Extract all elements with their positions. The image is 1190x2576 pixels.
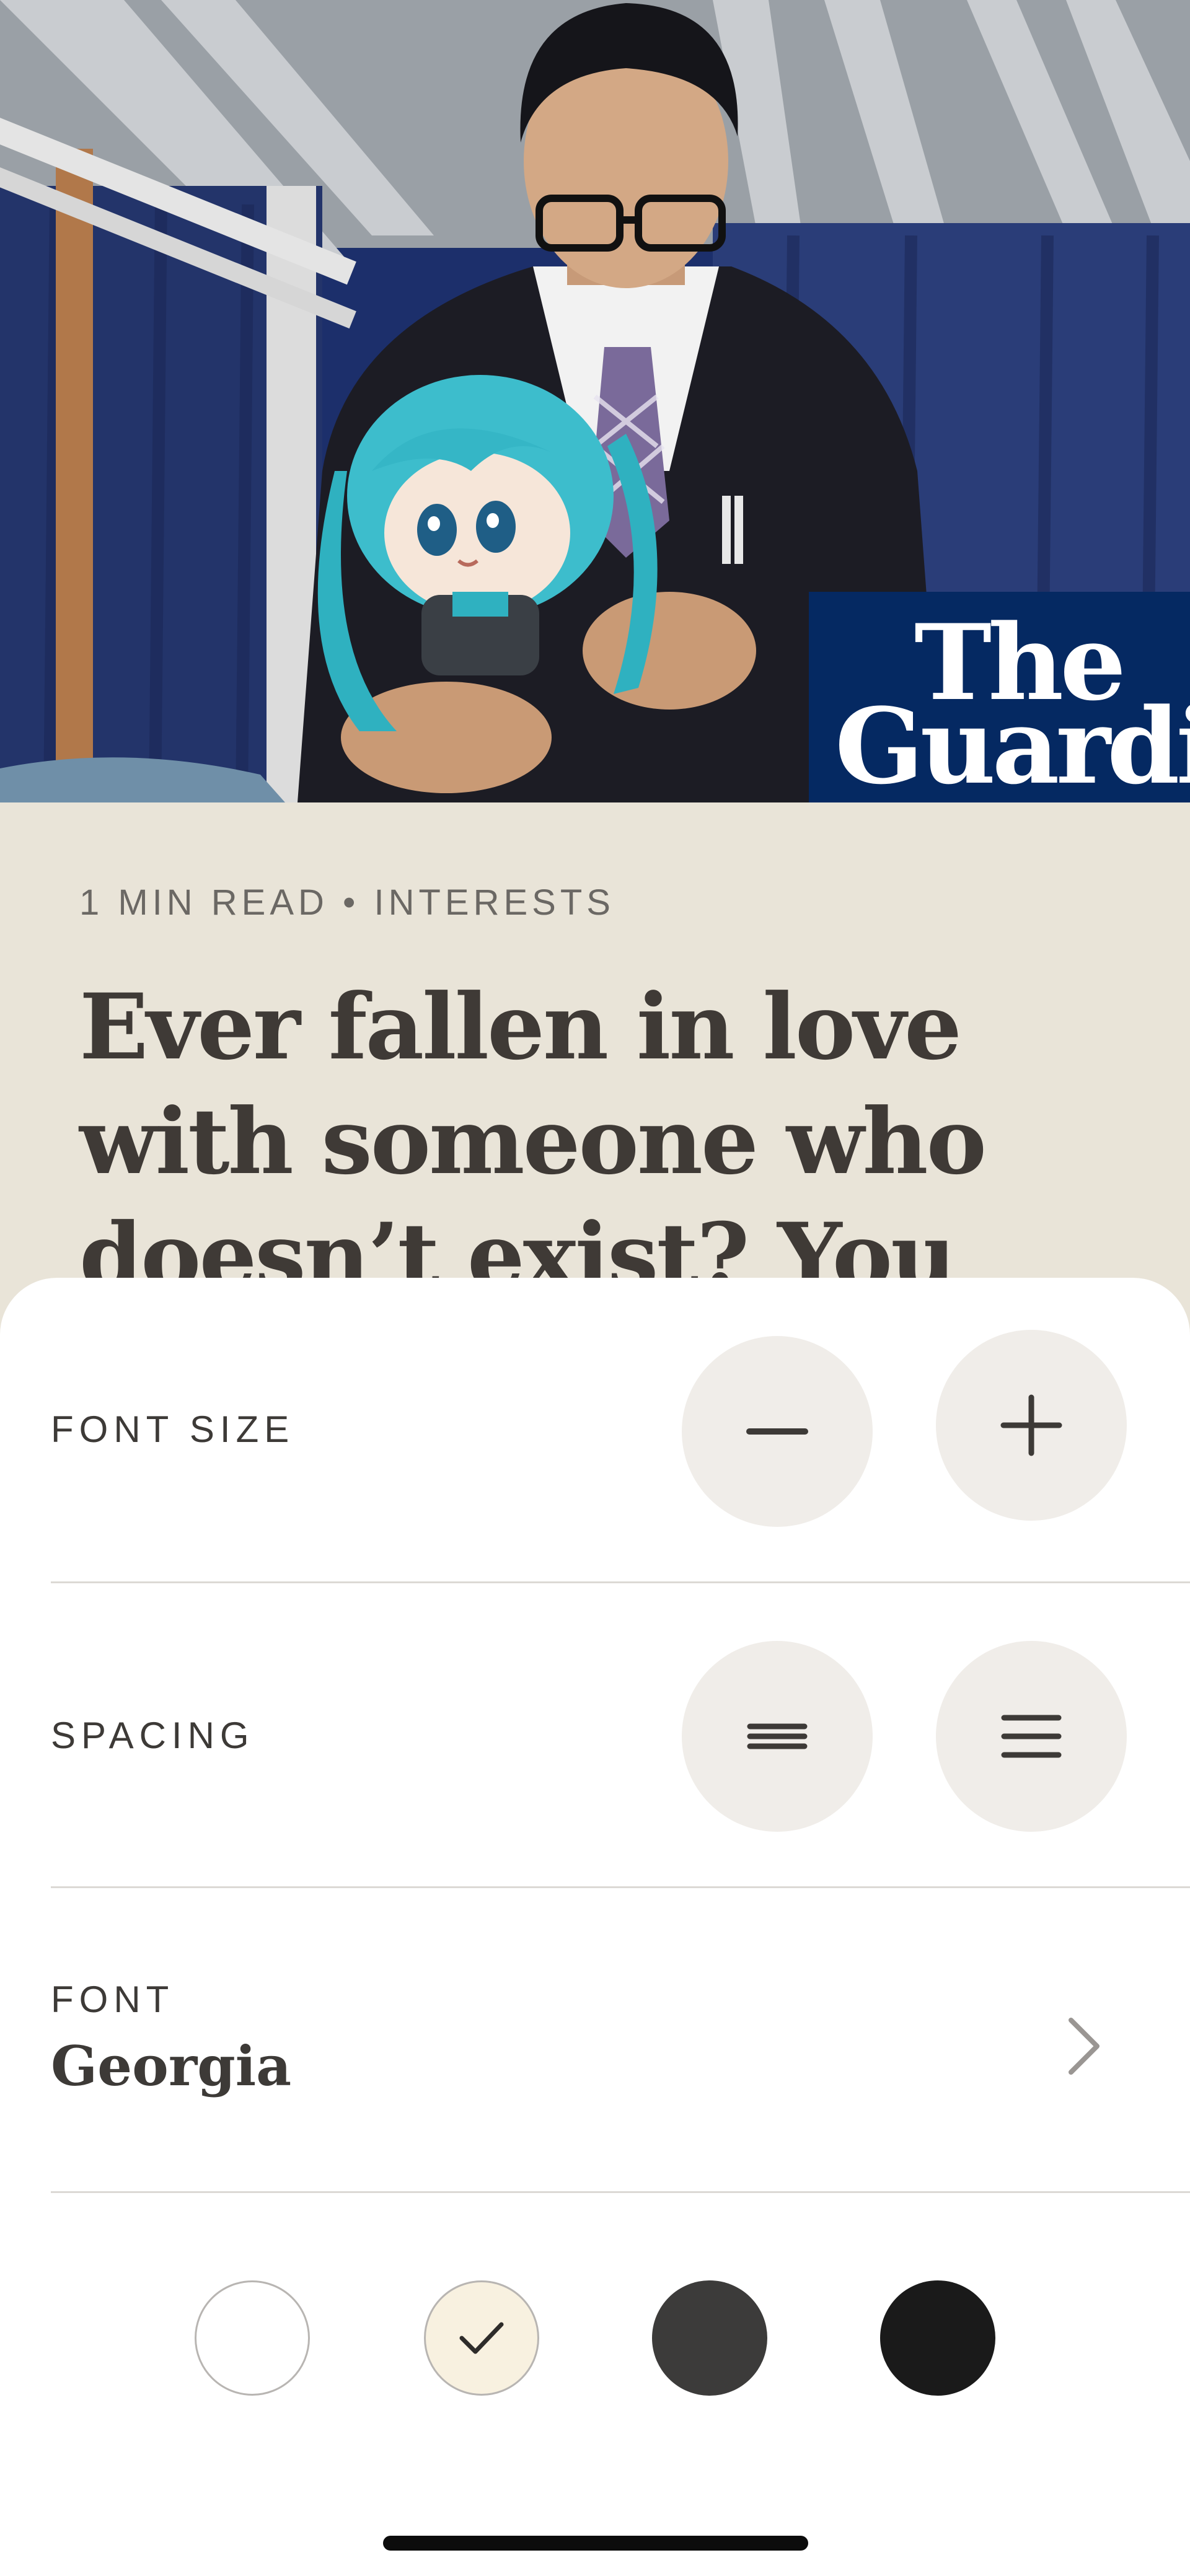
increase-font-size-button[interactable] xyxy=(936,1330,1127,1521)
font-size-label: FONT SIZE xyxy=(51,1409,295,1450)
reading-settings-sheet: FONT SIZE SPACING FONT Georgia xyxy=(0,1278,1190,2576)
theme-dark-gray-swatch[interactable] xyxy=(652,2280,767,2396)
home-indicator xyxy=(383,2536,808,2551)
logo-text-line2: Guardian xyxy=(835,685,1190,802)
spaced-lines-icon xyxy=(1001,1715,1062,1758)
compact-lines-icon xyxy=(747,1723,808,1749)
decrease-font-size-button[interactable] xyxy=(682,1336,873,1527)
minus-icon xyxy=(746,1428,808,1435)
chevron-right-icon xyxy=(1069,2018,1100,2075)
compact-spacing-button[interactable] xyxy=(682,1641,873,1832)
checkmark-icon xyxy=(459,2322,504,2354)
plus-icon xyxy=(1000,1394,1062,1456)
theme-black-swatch[interactable] xyxy=(880,2280,995,2396)
font-label: FONT xyxy=(51,1979,175,2020)
divider xyxy=(51,1886,1190,1888)
spacing-label: SPACING xyxy=(51,1715,255,1756)
theme-sepia-swatch[interactable] xyxy=(424,2280,539,2396)
divider xyxy=(51,2191,1190,2193)
article-preview: 1 MIN READ • INTERESTS Ever fallen in lo… xyxy=(0,802,1190,1424)
font-value: Georgia xyxy=(51,2034,292,2098)
article-meta: 1 MIN READ • INTERESTS xyxy=(79,882,615,923)
loose-spacing-button[interactable] xyxy=(936,1641,1127,1832)
theme-white-swatch[interactable] xyxy=(195,2280,310,2396)
guardian-logo: The Guardian xyxy=(809,592,1190,802)
hero-image: The Guardian xyxy=(0,0,1190,802)
divider xyxy=(51,1581,1190,1583)
